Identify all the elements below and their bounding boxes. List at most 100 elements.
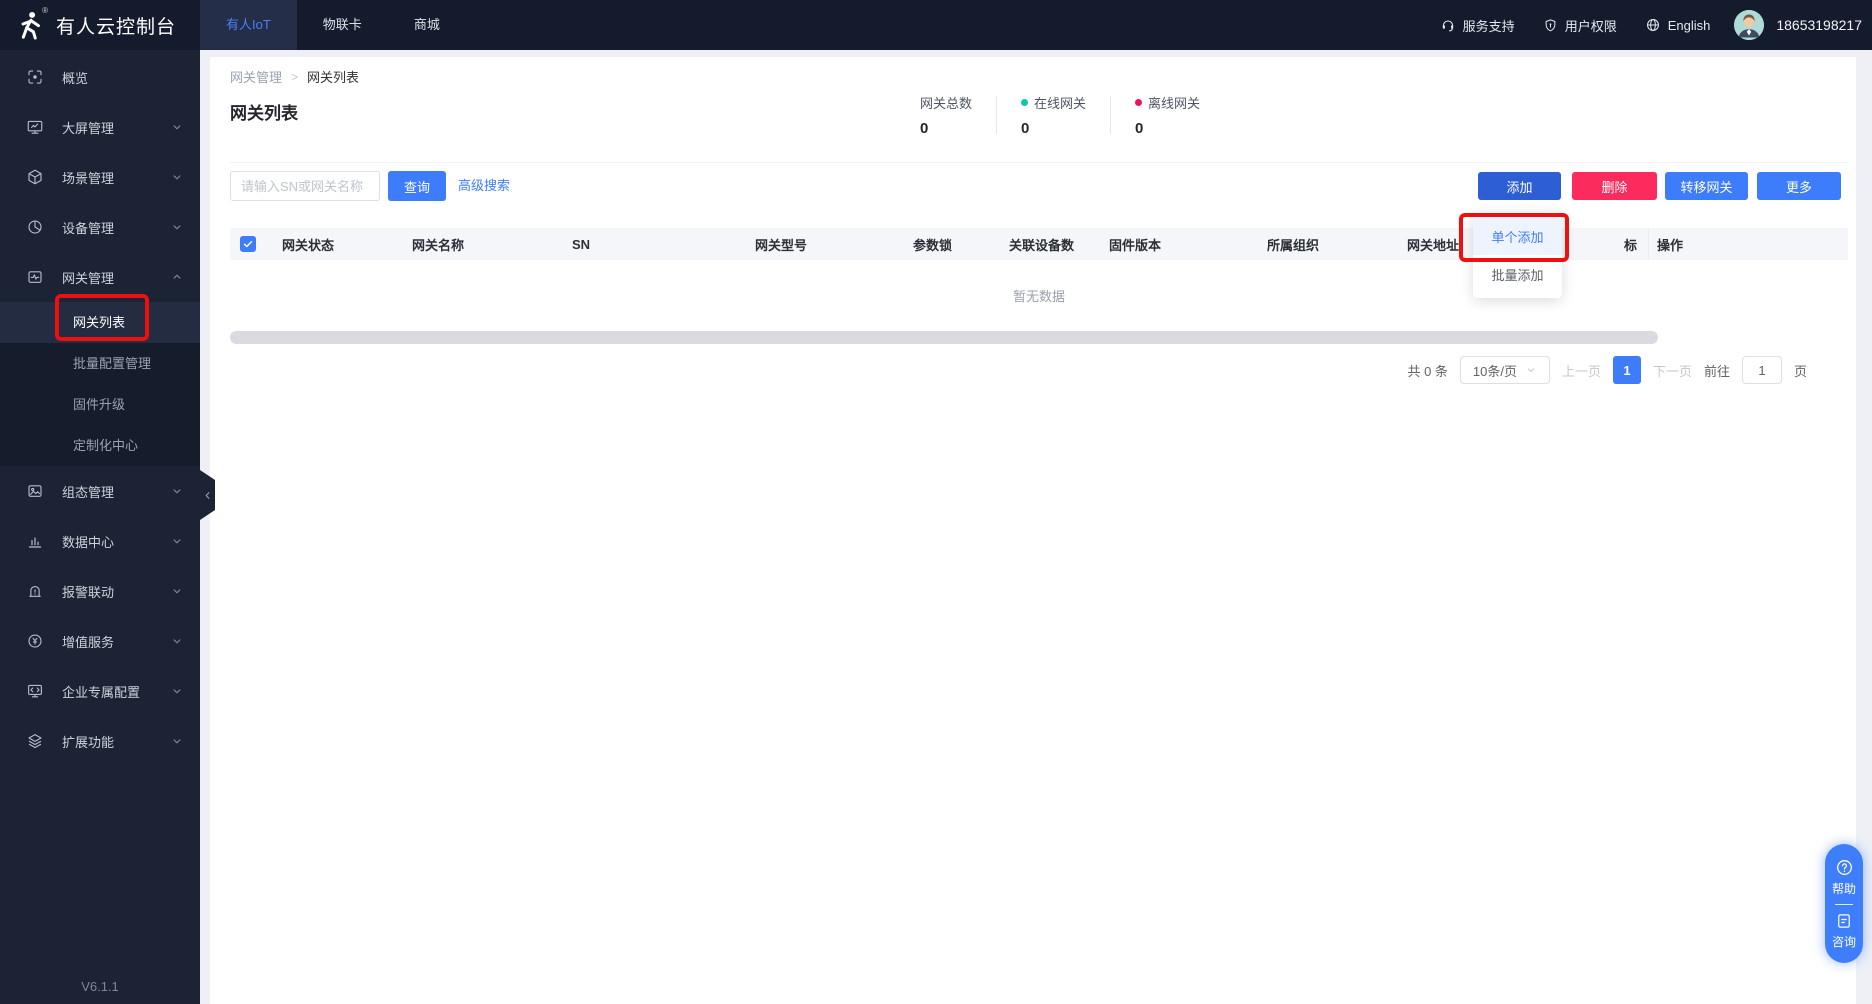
account-phone[interactable]: 18653198217 (1776, 17, 1862, 33)
online-dot (1021, 99, 1029, 106)
breadcrumb-separator: > (291, 69, 299, 84)
table-header-row: 网关状态 网关名称 SN 网关型号 参数锁 关联设备数 固件版本 所属组织 网关… (230, 228, 1848, 260)
sidebar-item-scene-mgmt[interactable]: 场景管理 (0, 152, 200, 202)
column-header-gateway-address: 网关地址 (1407, 237, 1460, 253)
stat-total-value: 0 (920, 120, 929, 137)
sidebar-item-label: 设备管理 (62, 220, 115, 236)
horizontal-scrollbar[interactable] (230, 331, 1658, 344)
top-nav-tabs: 有人IoT 物联卡 商城 (200, 0, 466, 50)
submenu-item-batch-config[interactable]: 批量配置管理 (0, 343, 200, 384)
floating-help-widget[interactable]: 帮助 咨询 (1825, 844, 1863, 963)
select-all-checkbox[interactable] (240, 236, 256, 252)
query-button[interactable]: 查询 (388, 171, 446, 201)
sidebar-item-label: 增值服务 (62, 634, 115, 650)
language-switch[interactable]: English (1645, 17, 1711, 33)
more-button[interactable]: 更多 (1757, 172, 1841, 200)
service-support-link[interactable]: 服务支持 (1440, 16, 1515, 35)
chevron-down-icon (1527, 368, 1534, 372)
globe-icon (1645, 17, 1661, 33)
widget-divider (1835, 903, 1853, 905)
sidebar-item-overview[interactable]: 概览 (0, 52, 200, 102)
stat-offline: 离线网关 0 (1111, 93, 1224, 137)
next-page-button[interactable]: 下一页 (1653, 361, 1692, 380)
sidebar: 概览 大屏管理 场景管理 设备管理 网关管理 网关列表 批量配置管理 固件升级 … (0, 50, 200, 1004)
tab-iot-card[interactable]: 物联卡 (297, 0, 388, 50)
dropdown-item-single-add[interactable]: 单个添加 (1473, 217, 1562, 255)
sidebar-item-extensions[interactable]: 扩展功能 (0, 716, 200, 766)
alarm-bell-icon (26, 582, 44, 600)
prev-page-button[interactable]: 上一页 (1562, 361, 1601, 380)
chevron-down-icon (170, 170, 184, 184)
app-root: ® 有人云控制台 有人IoT 物联卡 商城 服务支持 用户权限 English … (0, 0, 1872, 1004)
consult-label: 咨询 (1831, 934, 1856, 949)
sidebar-item-enterprise-config[interactable]: 企业专属配置 (0, 666, 200, 716)
tab-mall[interactable]: 商城 (388, 0, 466, 50)
advanced-search-link[interactable]: 高级搜索 (458, 171, 510, 201)
sidebar-item-label: 概览 (62, 70, 89, 86)
stat-offline-label: 离线网关 (1148, 96, 1201, 111)
sidebar-item-gateway-mgmt[interactable]: 网关管理 (0, 252, 200, 302)
bar-chart-icon (26, 532, 44, 550)
column-header-linked-devices: 关联设备数 (1009, 237, 1075, 253)
sidebar-item-label: 数据中心 (62, 534, 115, 550)
sidebar-item-data-center[interactable]: 数据中心 (0, 516, 200, 566)
sidebar-item-value-added[interactable]: 增值服务 (0, 616, 200, 666)
search-input[interactable] (230, 171, 380, 201)
avatar[interactable] (1734, 10, 1765, 40)
sidebar-item-label: 报警联动 (62, 584, 115, 600)
sidebar-item-label: 组态管理 (62, 484, 115, 500)
chevron-down-icon (170, 734, 184, 748)
page-unit-label: 页 (1793, 363, 1807, 379)
stat-online-label: 在线网关 (1034, 96, 1087, 111)
column-header-gateway-name: 网关名称 (412, 237, 465, 253)
sidebar-item-alarm-linkage[interactable]: 报警联动 (0, 566, 200, 616)
section-divider (230, 162, 1848, 163)
select-all-cell (230, 236, 270, 252)
gateway-submenu: 网关列表 批量配置管理 固件升级 定制化中心 (0, 302, 200, 466)
column-header-actions: 操作 (1648, 228, 1848, 260)
column-header-sn: SN (572, 236, 591, 252)
breadcrumb: 网关管理 > 网关列表 (230, 67, 359, 86)
page-size-select[interactable]: 10条/页 (1459, 356, 1550, 384)
main-panel: 网关管理 > 网关列表 网关列表 网关总数 0 在线网关 0 离线网关 0 请输… (210, 57, 1856, 1004)
column-header-organization: 所属组织 (1267, 237, 1320, 253)
submenu-item-customization-center[interactable]: 定制化中心 (0, 425, 200, 466)
layers-icon (26, 732, 44, 750)
sidebar-item-label: 场景管理 (62, 170, 115, 186)
consult-doc-icon (1835, 912, 1853, 930)
version-label: V6.1.1 (81, 979, 119, 994)
goto-label: 前往 (1703, 363, 1730, 379)
column-header-param-lock: 参数锁 (913, 237, 953, 253)
add-button[interactable]: 添加 (1478, 172, 1561, 200)
pie-chart-icon (26, 218, 44, 236)
tab-usr-iot[interactable]: 有人IoT (200, 0, 297, 50)
delete-button[interactable]: 删除 (1572, 172, 1657, 200)
topbar: ® 有人云控制台 有人IoT 物联卡 商城 服务支持 用户权限 English … (0, 0, 1872, 50)
service-support-label: 服务支持 (1462, 18, 1515, 34)
sidebar-item-label: 企业专属配置 (62, 684, 141, 700)
chevron-up-icon (170, 270, 184, 284)
submenu-item-firmware-upgrade[interactable]: 固件升级 (0, 384, 200, 425)
empty-state: 暂无数据 (1012, 288, 1065, 304)
yuan-circle-icon (26, 632, 44, 650)
chevron-down-icon (170, 484, 184, 498)
column-header-tag-truncated: 标 (1624, 237, 1638, 253)
submenu-item-gateway-list[interactable]: 网关列表 (0, 302, 200, 343)
sidebar-item-device-mgmt[interactable]: 设备管理 (0, 202, 200, 252)
sidebar-item-scada-mgmt[interactable]: 组态管理 (0, 466, 200, 516)
language-label: English (1667, 17, 1711, 33)
goto-page-input[interactable] (1741, 356, 1782, 384)
user-permission-link[interactable]: 用户权限 (1543, 16, 1617, 35)
sidebar-item-screen-mgmt[interactable]: 大屏管理 (0, 102, 200, 152)
column-header-firmware-version: 固件版本 (1109, 237, 1162, 253)
registered-mark: ® (42, 6, 48, 15)
page-size-value: 10条/页 (1472, 363, 1517, 379)
transfer-gateway-button[interactable]: 转移网关 (1665, 172, 1748, 200)
chevron-down-icon (170, 634, 184, 648)
breadcrumb-parent[interactable]: 网关管理 (230, 67, 282, 86)
dropdown-item-batch-add[interactable]: 批量添加 (1473, 255, 1562, 293)
topbar-right: 服务支持 用户权限 English 18653198217 (1412, 10, 1872, 40)
page-number-button[interactable]: 1 (1612, 356, 1641, 384)
page-title: 网关列表 (230, 104, 298, 123)
breadcrumb-current: 网关列表 (307, 70, 360, 85)
